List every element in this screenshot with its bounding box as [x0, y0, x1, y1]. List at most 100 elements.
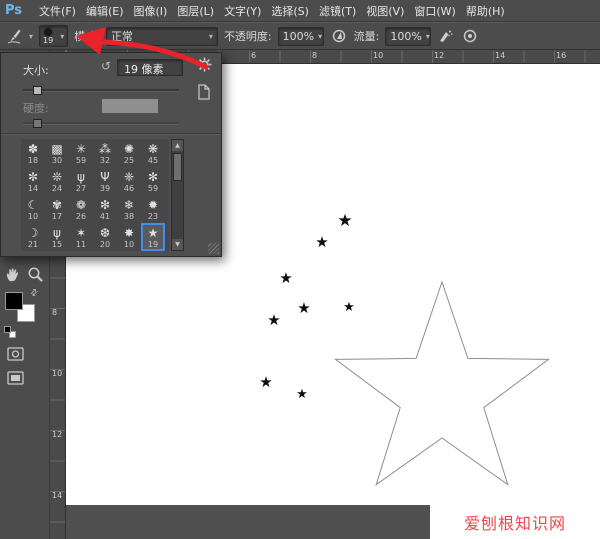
- brush-preset-cell[interactable]: ★19: [141, 223, 165, 251]
- brush-grid: ✽18▩30✳59⁂32✺25❋45✼14❊24ψ27Ψ39❈46✻59☾10✾…: [21, 139, 169, 251]
- mode-label: 模式:: [74, 28, 100, 44]
- size-field[interactable]: 19 像素: [117, 59, 183, 76]
- screen-mode-icon[interactable]: [6, 368, 24, 388]
- menu-item[interactable]: 视图(V): [361, 3, 409, 19]
- brush-preset-picker[interactable]: 19 ▾: [39, 25, 68, 47]
- quick-mask-icon[interactable]: [6, 344, 24, 364]
- brush-preset-cell[interactable]: ❈46: [117, 167, 141, 195]
- opacity-dropdown-arrow-icon: ▾: [314, 32, 322, 41]
- scroll-up-icon[interactable]: ▲: [172, 140, 183, 151]
- scrollbar-thumb[interactable]: [173, 153, 182, 181]
- brush-preset-cell[interactable]: Ψ39: [93, 167, 117, 195]
- brush-preset-cell[interactable]: ✾17: [45, 195, 69, 223]
- brush-preset-cell[interactable]: ⁂32: [93, 139, 117, 167]
- brush-thumbnail-icon: ψ: [53, 226, 61, 240]
- ruler-label: 10: [52, 369, 62, 378]
- panel-menu-gear-icon[interactable]: [197, 57, 213, 73]
- airbrush-icon[interactable]: [437, 26, 455, 46]
- brush-size-label: 59: [148, 184, 158, 193]
- brush-preset-cell[interactable]: ✳59: [69, 139, 93, 167]
- default-colors-icon[interactable]: [4, 326, 11, 333]
- brush-preset-cell[interactable]: ❁26: [69, 195, 93, 223]
- brush-thumbnail-icon: Ψ: [100, 170, 109, 184]
- create-new-brush-icon[interactable]: [197, 84, 213, 100]
- flow-dropdown[interactable]: 100% ▾: [385, 27, 431, 46]
- menu-item[interactable]: 滤镜(T): [314, 3, 361, 19]
- scroll-down-icon[interactable]: ▼: [172, 239, 183, 250]
- menu-item[interactable]: 窗口(W): [409, 3, 460, 19]
- flow-label: 流量:: [354, 28, 380, 44]
- menu-item[interactable]: 图像(I): [129, 3, 173, 19]
- menu-item[interactable]: 帮助(H): [461, 3, 510, 19]
- brush-size-label: 30: [52, 156, 62, 165]
- reset-size-icon[interactable]: ↺: [101, 59, 111, 73]
- menu-item[interactable]: 文件(F): [34, 3, 81, 19]
- brush-size-label: 39: [100, 184, 110, 193]
- ruler-label: 14: [495, 51, 505, 60]
- hand-tool[interactable]: [4, 264, 22, 284]
- brush-preset-cell[interactable]: ❊24: [45, 167, 69, 195]
- brush-thumbnail-icon: ψ: [77, 170, 85, 184]
- brush-thumbnail-icon: ✺: [124, 142, 134, 156]
- brush-preset-cell[interactable]: ψ27: [69, 167, 93, 195]
- brush-tool-icon: [5, 26, 23, 46]
- brush-preset-cell[interactable]: ✽18: [21, 139, 45, 167]
- brush-size-label: 24: [52, 184, 62, 193]
- brush-preset-cell[interactable]: ✺25: [117, 139, 141, 167]
- brush-preset-cell[interactable]: ✶11: [69, 223, 93, 251]
- brush-preset-cell[interactable]: ❆20: [93, 223, 117, 251]
- swap-colors-icon[interactable]: ⇄: [29, 287, 41, 299]
- brush-tool-preset[interactable]: ▾: [5, 26, 33, 46]
- menu-item[interactable]: 图层(L): [172, 3, 219, 19]
- brush-preset-dropdown-arrow-icon[interactable]: ▾: [56, 32, 64, 41]
- zoom-tool[interactable]: [26, 264, 44, 284]
- brush-thumbnail-icon: ⁂: [99, 142, 111, 156]
- brush-size-label: 10: [124, 240, 134, 249]
- ruler-label: 14: [52, 491, 62, 500]
- brush-size-label: 15: [52, 240, 62, 249]
- pressure-opacity-icon[interactable]: [330, 26, 348, 46]
- brush-tip-preview: 19: [43, 28, 53, 45]
- tool-preset-arrow-icon[interactable]: ▾: [25, 32, 33, 41]
- menu-item[interactable]: 编辑(E): [81, 3, 129, 19]
- brush-thumbnail-icon: ❇: [100, 198, 110, 212]
- brush-preset-cell[interactable]: ❄38: [117, 195, 141, 223]
- brush-thumbnail-icon: ✾: [52, 198, 62, 212]
- brush-thumbnail-icon: ❋: [148, 142, 158, 156]
- panel-resize-grip[interactable]: [208, 243, 219, 254]
- size-slider[interactable]: [23, 86, 179, 96]
- brush-preset-cell[interactable]: ❇41: [93, 195, 117, 223]
- flow-dropdown-arrow-icon: ▾: [422, 32, 430, 41]
- brush-preset-cell[interactable]: ☽21: [21, 223, 45, 251]
- foreground-color-swatch[interactable]: [5, 292, 23, 310]
- brush-preset-cell[interactable]: ❋45: [141, 139, 165, 167]
- brush-preset-cell[interactable]: ✹23: [141, 195, 165, 223]
- brush-preset-cell[interactable]: ✼14: [21, 167, 45, 195]
- ruler-label: 12: [434, 51, 444, 60]
- hardness-slider-disabled: [23, 119, 179, 129]
- pressure-size-icon[interactable]: [461, 26, 479, 46]
- brush-size-label: 23: [148, 212, 158, 221]
- brush-thumbnail-icon: ✳: [76, 142, 86, 156]
- panel-divider: [1, 133, 221, 135]
- brush-preset-cell[interactable]: ▩30: [45, 139, 69, 167]
- ruler-label: 16: [556, 51, 566, 60]
- mode-value: 正常: [111, 28, 133, 44]
- opacity-label: 不透明度:: [224, 28, 272, 44]
- brush-grid-scrollbar[interactable]: ▲ ▼: [171, 139, 184, 251]
- size-slider-thumb[interactable]: [33, 86, 42, 95]
- opacity-dropdown[interactable]: 100% ▾: [278, 27, 324, 46]
- brush-size-label: 38: [124, 212, 134, 221]
- brush-preset-cell[interactable]: ✸10: [117, 223, 141, 251]
- menu-item[interactable]: 文字(Y): [219, 3, 266, 19]
- brush-preset-cell[interactable]: ψ15: [45, 223, 69, 251]
- mode-dropdown[interactable]: 正常 ▾: [106, 27, 218, 46]
- menu-item[interactable]: 选择(S): [266, 3, 314, 19]
- brush-thumbnail-icon: ❆: [100, 226, 110, 240]
- brush-preset-cell[interactable]: ☾10: [21, 195, 45, 223]
- options-bar: ▾ 19 ▾ 模式: 正常 ▾ 不透明度: 100% ▾ 流量: 100% ▾: [0, 22, 600, 50]
- brush-thumbnail-icon: ✽: [28, 142, 38, 156]
- brush-preset-cell[interactable]: ✻59: [141, 167, 165, 195]
- brush-size-label: 17: [52, 212, 62, 221]
- brush-size-value: 19: [43, 37, 53, 45]
